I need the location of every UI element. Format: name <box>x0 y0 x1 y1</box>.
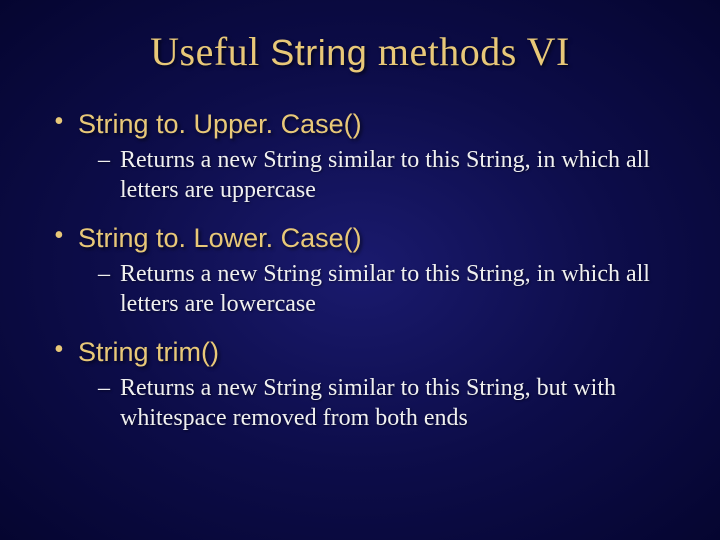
sub-list: Returns a new String similar to this Str… <box>98 145 670 205</box>
title-part2: String <box>270 32 367 73</box>
slide: Useful String methods VI String to. Uppe… <box>0 0 720 540</box>
sub-list: Returns a new String similar to this Str… <box>98 373 670 433</box>
list-item: String to. Upper. Case() Returns a new S… <box>50 105 670 205</box>
method-signature: String to. Upper. Case() <box>78 105 670 143</box>
method-signature: String trim() <box>78 333 670 371</box>
method-signature: String to. Lower. Case() <box>78 219 670 257</box>
method-description: Returns a new String similar to this Str… <box>98 373 670 433</box>
sub-list: Returns a new String similar to this Str… <box>98 259 670 319</box>
title-part1: Useful <box>150 29 270 74</box>
list-item: String to. Lower. Case() Returns a new S… <box>50 219 670 319</box>
bullet-list: String to. Upper. Case() Returns a new S… <box>50 105 670 433</box>
list-item: String trim() Returns a new String simil… <box>50 333 670 433</box>
title-part3: methods VI <box>367 29 570 74</box>
slide-title: Useful String methods VI <box>50 28 670 75</box>
method-description: Returns a new String similar to this Str… <box>98 259 670 319</box>
method-description: Returns a new String similar to this Str… <box>98 145 670 205</box>
